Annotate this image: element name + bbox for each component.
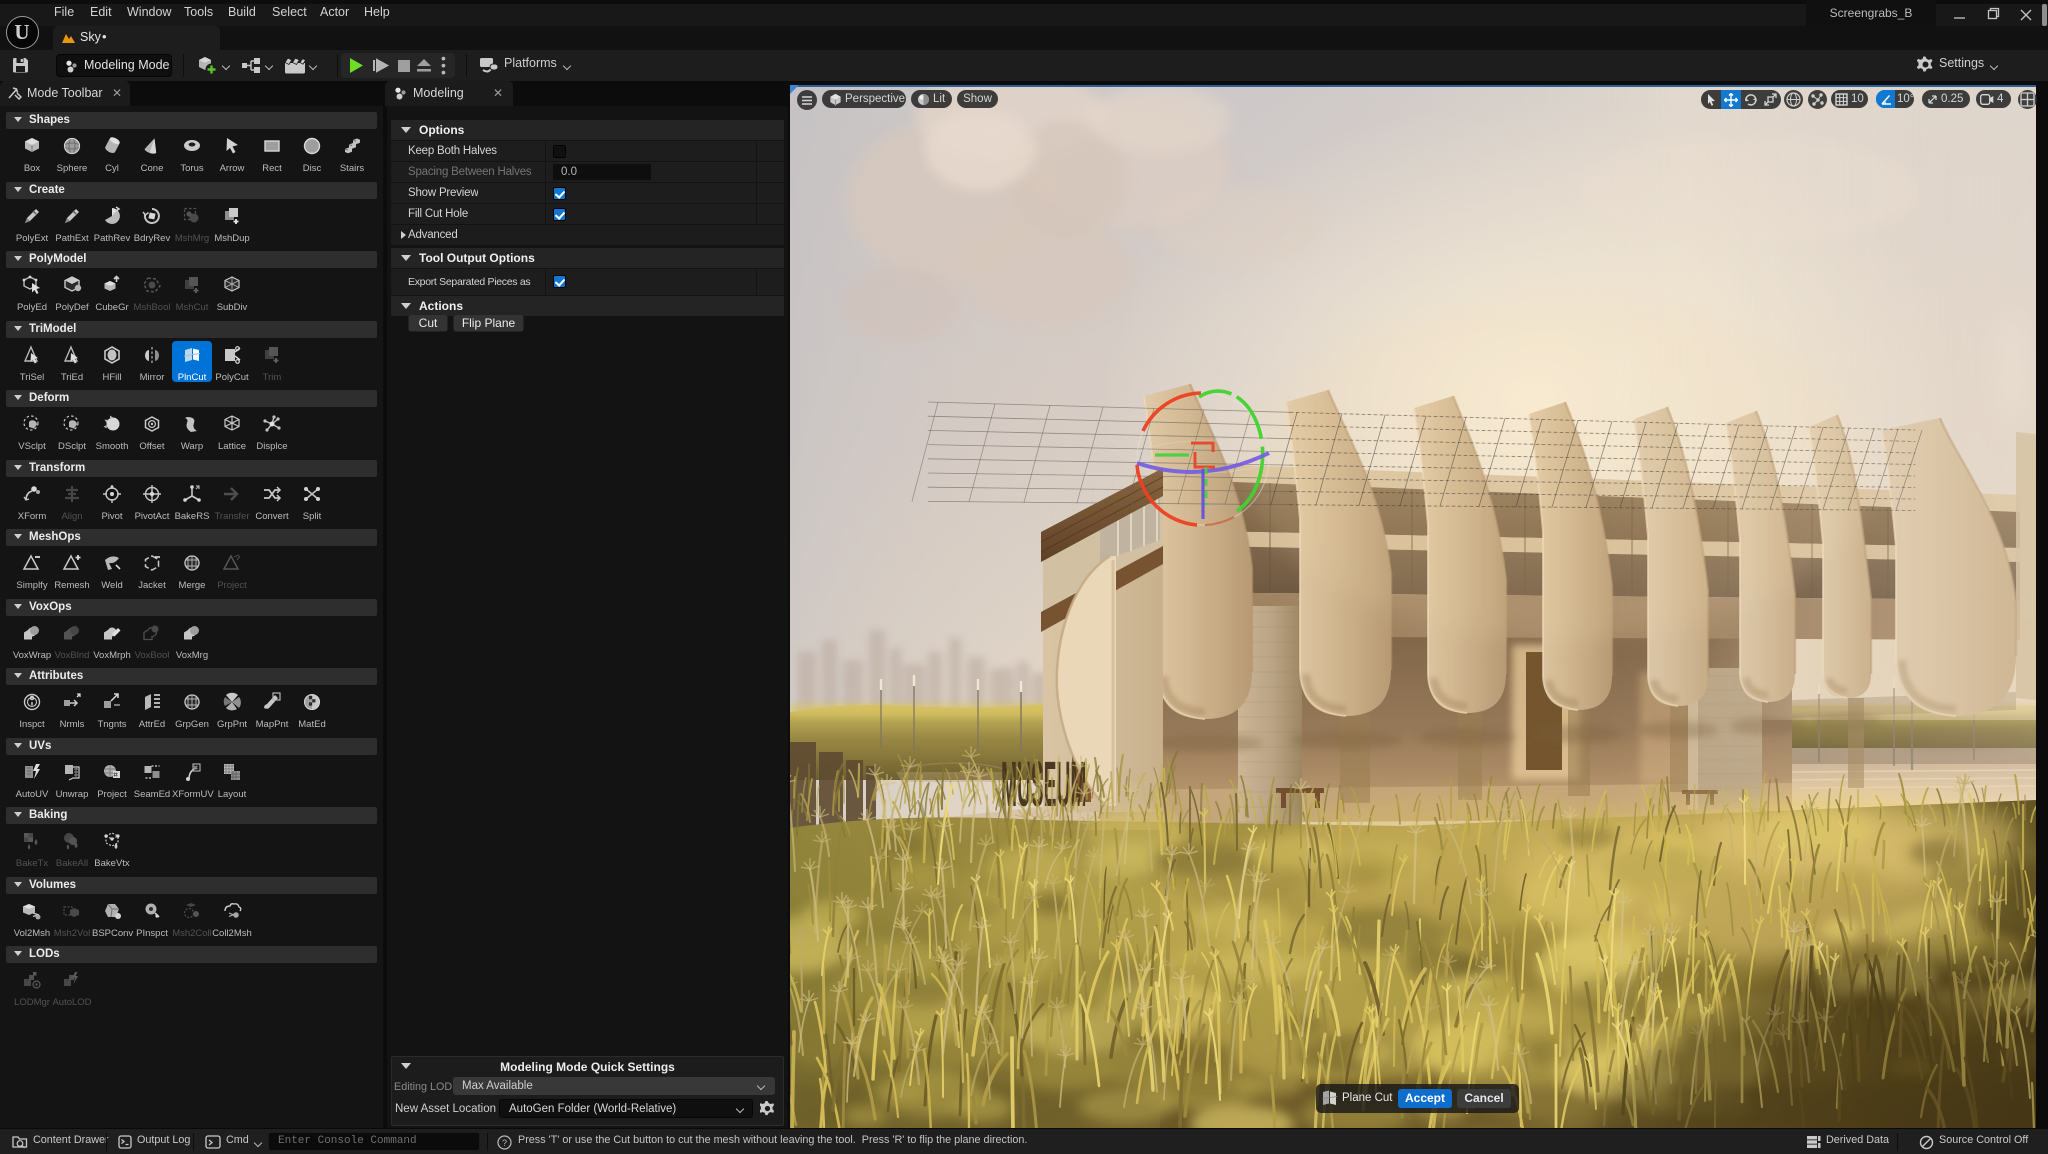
svg-text:?: ? <box>502 1138 507 1148</box>
svg-text:U: U <box>14 20 29 44</box>
